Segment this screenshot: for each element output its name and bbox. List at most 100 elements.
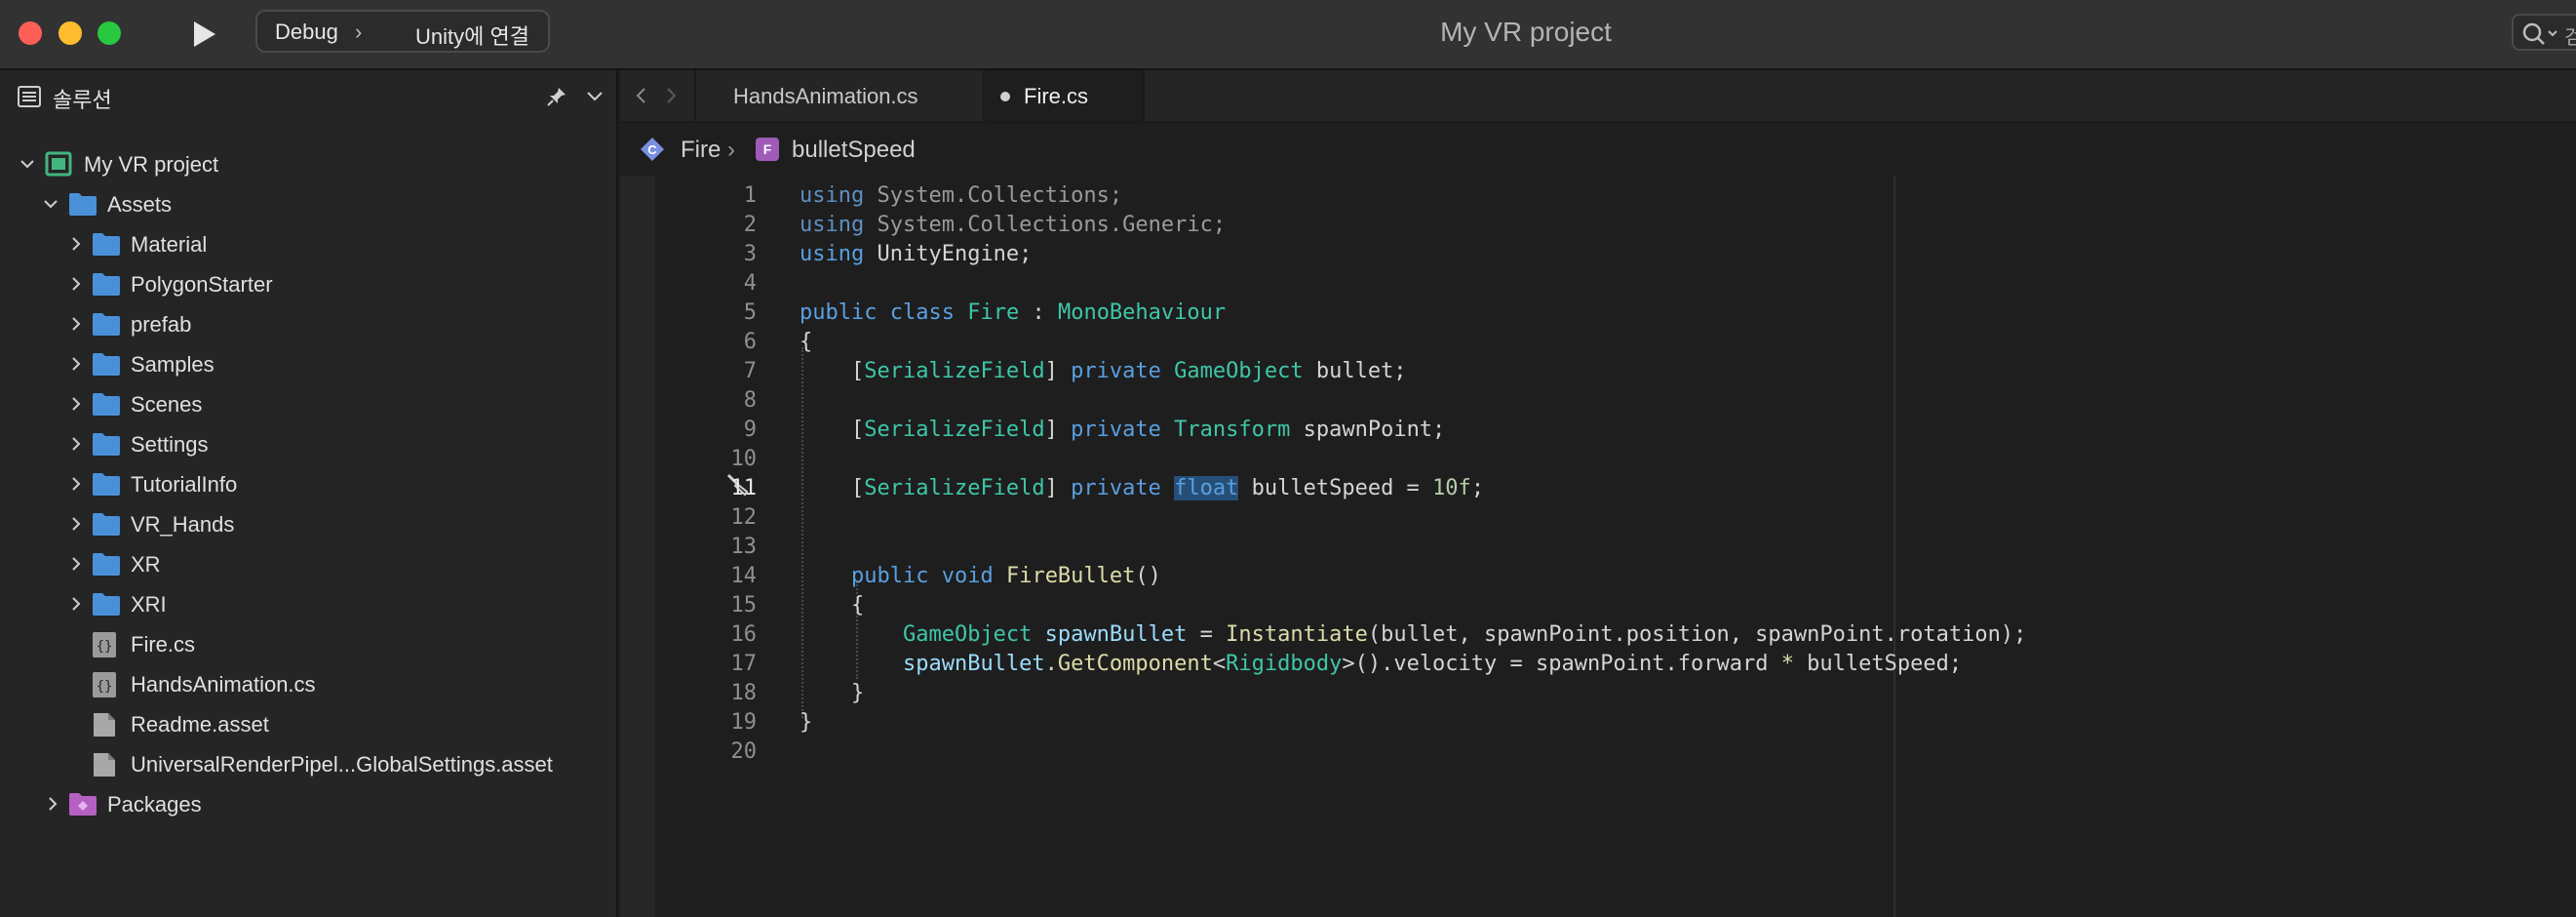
code-text[interactable]: public class Fire : MonoBehaviour [800, 300, 1226, 325]
code-line[interactable]: 18 } [620, 679, 2576, 708]
code-text[interactable]: using System.Collections; [800, 183, 1122, 208]
line-number: 18 [730, 681, 758, 705]
tree-item-label: My VR project [84, 152, 219, 177]
line-number: 19 [730, 710, 758, 735]
chevron-right-icon[interactable] [66, 314, 86, 334]
code-text[interactable]: GameObject spawnBullet = Instantiate(bul… [800, 622, 2026, 647]
tree-item-tutorialinfo[interactable]: TutorialInfo [0, 464, 616, 503]
packages-folder-icon [69, 793, 97, 816]
code-line[interactable]: 1 using System.Collections; [620, 181, 2576, 211]
code-line[interactable]: 6 { [620, 328, 2576, 357]
chevron-right-icon[interactable] [66, 434, 86, 454]
tree-item-fire-cs[interactable]: {} Fire.cs [0, 624, 616, 663]
close-window-button[interactable] [19, 21, 42, 45]
csharp-file-icon: {} [93, 632, 116, 658]
tab-handsanimation-cs[interactable]: HandsAnimation.cs [694, 70, 957, 121]
search-placeholder: 검 [2564, 27, 2576, 49]
chevron-right-icon[interactable] [66, 394, 86, 414]
code-line[interactable]: 14 public void FireBullet() [620, 562, 2576, 591]
run-configuration-selector[interactable]: Debug › Unity에 연결 [255, 10, 550, 53]
code-token: System.Collections; [877, 183, 1123, 208]
line-number: 8 [743, 388, 757, 413]
chevron-down-icon[interactable] [41, 194, 60, 214]
code-line[interactable]: 4 [620, 269, 2576, 299]
code-text[interactable]: using System.Collections.Generic; [800, 213, 1226, 237]
solution-explorer: 솔루션 My VR project Assets Material Polygo… [0, 70, 618, 917]
chevron-down-icon[interactable] [18, 154, 37, 174]
code-line[interactable]: 15 { [620, 591, 2576, 620]
tree-item-label: HandsAnimation.cs [131, 672, 316, 697]
unsaved-changes-dot [1000, 92, 1010, 101]
tree-item-handsanimation-cs[interactable]: {} HandsAnimation.cs [0, 664, 616, 703]
code-text[interactable]: public void FireBullet() [800, 564, 1161, 588]
code-line-current[interactable]: 11 [SerializeField] private float bullet… [620, 474, 2576, 503]
tree-item-vr-hands[interactable]: VR_Hands [0, 504, 616, 543]
chevron-right-icon[interactable] [66, 514, 86, 534]
tree-item-samples[interactable]: Samples [0, 344, 616, 383]
tree-item-xri[interactable]: XRI [0, 584, 616, 623]
chevron-right-icon[interactable] [66, 594, 86, 614]
editor-tab-bar: HandsAnimation.cs Fire.cs [620, 70, 2576, 123]
chevron-right-icon[interactable] [66, 354, 86, 374]
tree-item-xr[interactable]: XR [0, 544, 616, 583]
tree-item-material[interactable]: Material [0, 224, 616, 263]
code-text[interactable]: [SerializeField] private Transform spawn… [800, 418, 1445, 442]
code-line[interactable]: 9 [SerializeField] private Transform spa… [620, 416, 2576, 445]
code-text[interactable]: [SerializeField] private GameObject bull… [800, 359, 1407, 383]
tree-item-label: TutorialInfo [131, 472, 238, 497]
code-line[interactable]: 5 public class Fire : MonoBehaviour [620, 299, 2576, 328]
code-line[interactable]: 17 spawnBullet.GetComponent<Rigidbody>()… [620, 650, 2576, 679]
chevron-right-icon[interactable] [66, 474, 86, 494]
code-line[interactable]: 13 [620, 533, 2576, 562]
tab-fire-cs[interactable]: Fire.cs [983, 70, 1145, 121]
run-play-icon[interactable] [187, 18, 220, 51]
tree-item-scenes[interactable]: Scenes [0, 384, 616, 423]
line-number: 16 [730, 622, 758, 647]
code-line[interactable]: 2 using System.Collections.Generic; [620, 211, 2576, 240]
svg-text:{}: {} [97, 679, 113, 695]
minimize-window-button[interactable] [59, 21, 82, 45]
code-text[interactable]: [SerializeField] private float bulletSpe… [800, 476, 1484, 500]
code-text[interactable]: } [800, 681, 864, 705]
code-line[interactable]: 10 [620, 445, 2576, 474]
tree-item-urp-global-settings[interactable]: UniversalRenderPipel...GlobalSettings.as… [0, 744, 616, 783]
code-line[interactable]: 19 } [620, 708, 2576, 738]
tree-item-polygonstarter[interactable]: PolygonStarter [0, 264, 616, 303]
chevron-down-icon[interactable] [585, 88, 605, 103]
tree-item-assets[interactable]: Assets [0, 184, 616, 223]
build-config-label[interactable]: Debug [275, 20, 338, 45]
pin-icon[interactable] [546, 86, 567, 107]
breadcrumb-class[interactable]: Fire [681, 137, 721, 164]
code-line[interactable]: 7 [SerializeField] private GameObject bu… [620, 357, 2576, 386]
tree-item-settings[interactable]: Settings [0, 424, 616, 463]
chevron-right-icon[interactable] [66, 554, 86, 574]
run-target-label[interactable]: Unity에 연결 [415, 20, 529, 51]
tree-item-prefab[interactable]: prefab [0, 304, 616, 343]
breadcrumb-field[interactable]: bulletSpeed [792, 137, 916, 164]
code-text[interactable]: using UnityEngine; [800, 242, 1032, 266]
folder-icon [93, 433, 120, 456]
navigate-back-icon[interactable] [632, 86, 651, 105]
chevron-right-icon[interactable] [66, 274, 86, 294]
code-line[interactable]: 16 GameObject spawnBullet = Instantiate(… [620, 620, 2576, 650]
navigate-forward-icon[interactable] [661, 86, 681, 105]
tree-item-label: UniversalRenderPipel...GlobalSettings.as… [131, 752, 553, 777]
tree-item-my-vr-project[interactable]: My VR project [0, 144, 616, 183]
code-text[interactable]: { [800, 593, 864, 618]
tree-item-readme-asset[interactable]: Readme.asset [0, 704, 616, 743]
code-line[interactable]: 8 [620, 386, 2576, 416]
code-text[interactable]: { [800, 330, 812, 354]
chevron-right-icon[interactable] [43, 794, 62, 814]
code-line[interactable]: 20 [620, 738, 2576, 767]
zoom-window-button[interactable] [98, 21, 121, 45]
code-text[interactable]: spawnBullet.GetComponent<Rigidbody>().ve… [800, 652, 1962, 676]
chevron-right-icon[interactable] [66, 234, 86, 254]
code-text[interactable]: } [800, 710, 812, 735]
code-line[interactable]: 12 [620, 503, 2576, 533]
tree-item-label: prefab [131, 312, 192, 337]
tree-item-packages[interactable]: Packages [0, 784, 616, 823]
search-input[interactable]: 검 [2512, 14, 2576, 51]
code-editor[interactable]: 1 using System.Collections; 2 using Syst… [620, 176, 2576, 917]
code-line[interactable]: 3 using UnityEngine; [620, 240, 2576, 269]
folder-icon [93, 233, 120, 256]
